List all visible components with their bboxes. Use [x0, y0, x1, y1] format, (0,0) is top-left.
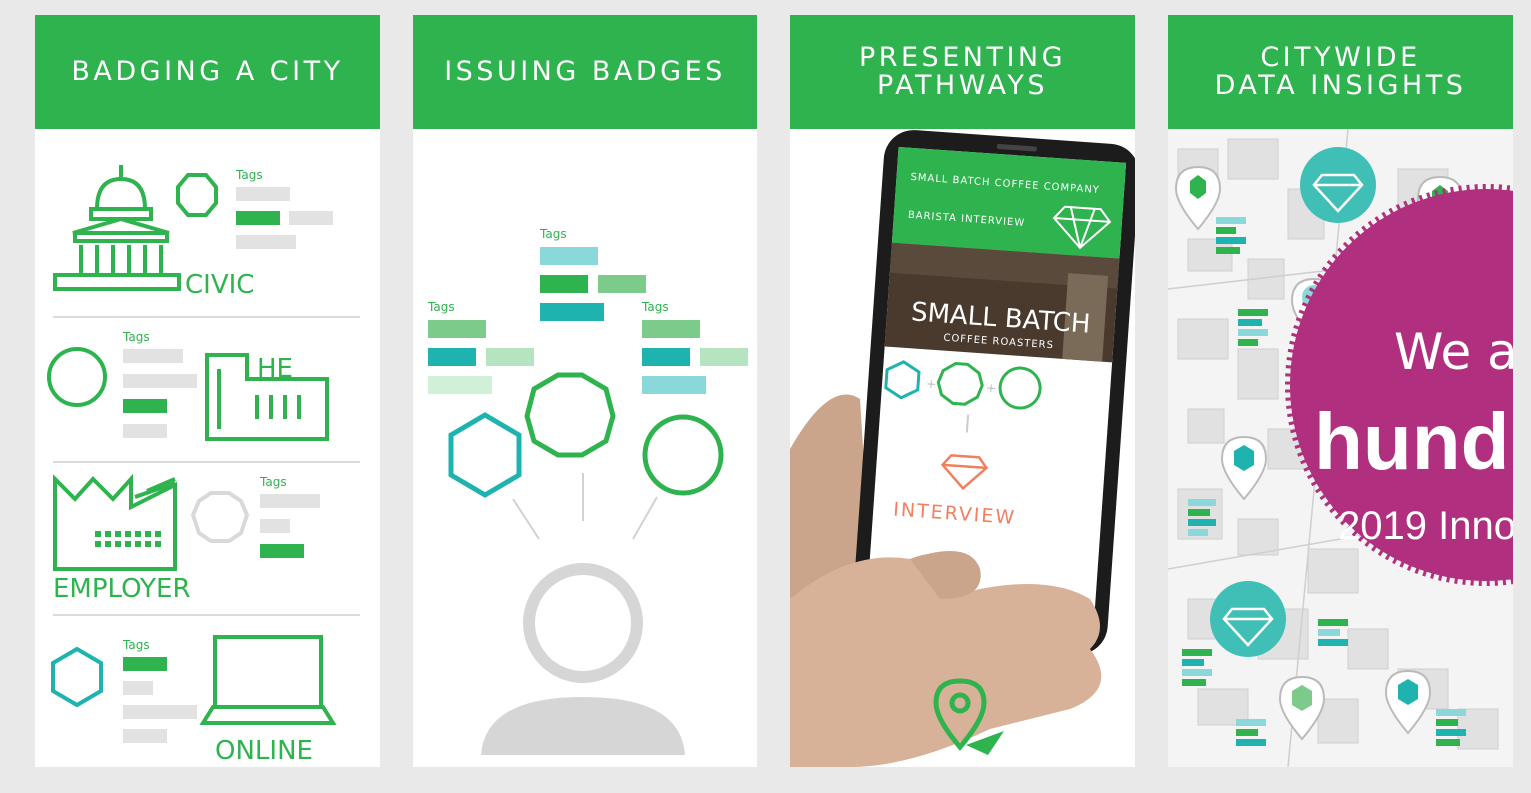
panel-header: ISSUING BADGES [413, 15, 757, 129]
map-pin-icon [1384, 669, 1432, 735]
window-dots [95, 531, 161, 547]
tag-bar [236, 187, 290, 201]
map-pin-icon [1174, 165, 1222, 231]
tag-bar [428, 376, 492, 394]
svg-text:+: + [986, 381, 997, 396]
tags-label: Tags [122, 638, 150, 652]
panel-presenting-pathways: PRESENTING PATHWAYS SMALL BATCH COFFEE C… [790, 15, 1135, 767]
panel-citywide-data-insights: CITYWIDE DATA INSIGHTS We a hund 2019 In… [1168, 15, 1513, 767]
hexagon-icon [448, 412, 522, 498]
diamond-badge [1300, 147, 1376, 223]
octagon-icon [524, 372, 616, 458]
tag-bar [289, 211, 333, 225]
tag-bar [236, 211, 280, 225]
connector-line [512, 498, 540, 540]
octagon-icon [176, 173, 218, 217]
tag-bar [123, 374, 197, 388]
tags-label: Tags [235, 168, 263, 182]
svg-text:+: + [926, 377, 937, 392]
tag-bar [123, 424, 167, 438]
panel-issuing-badges: ISSUING BADGES Tags Tags Tags [413, 15, 757, 767]
map-pin-icon [1278, 675, 1326, 741]
factory-icon [53, 473, 177, 571]
tag-bar [428, 320, 486, 338]
tag-bar [123, 729, 167, 743]
panel-title: BADGING A CITY [71, 56, 344, 87]
tag-bar [540, 247, 598, 265]
panel-title: CITYWIDE DATA INSIGHTS [1214, 42, 1467, 101]
panel-header: PRESENTING PATHWAYS [790, 15, 1135, 129]
award-line-1: We are [1394, 323, 1513, 381]
capitol-icon [53, 165, 181, 291]
panel-body: SMALL BATCH COFFEE COMPANY BARISTA INTER… [790, 129, 1135, 767]
tag-bar [260, 519, 290, 533]
panel-title: ISSUING BADGES [444, 56, 726, 87]
tags-label: Tags [539, 227, 567, 241]
award-line-2: hundr [1314, 397, 1513, 486]
diamond-badge [1210, 581, 1286, 657]
tag-bar [540, 275, 588, 293]
tag-bar [260, 494, 320, 508]
circle-icon [642, 414, 724, 496]
panel-body: Tags CIVIC Tags HE Tags EMPLOYER Tags ON… [35, 129, 380, 767]
tag-bar [642, 320, 700, 338]
tag-bar [123, 399, 167, 413]
award-line-3: 2019 Innov [1338, 504, 1513, 548]
panel-title: PRESENTING PATHWAYS [858, 42, 1067, 101]
tag-bar [598, 275, 646, 293]
tags-label: Tags [641, 300, 669, 314]
panel-body: Tags Tags Tags [413, 129, 757, 767]
panel-body: We are hundr 2019 Innov [1168, 129, 1513, 767]
tag-bar [236, 235, 296, 249]
tag-bar [123, 681, 153, 695]
tag-bar [428, 348, 476, 366]
octagon-icon [190, 491, 250, 543]
panel-header: BADGING A CITY [35, 15, 380, 129]
tag-bar [123, 349, 183, 363]
map-pin-icon [1220, 435, 1268, 501]
section-label-he: HE [257, 354, 293, 384]
tag-bar [540, 303, 604, 321]
tag-bar [700, 348, 748, 366]
laptop-icon [199, 635, 337, 725]
tags-label: Tags [259, 475, 287, 489]
screen-header [891, 146, 1127, 259]
award-badge: We are hundr 2019 Innov [1285, 184, 1513, 586]
tag-bar [486, 348, 534, 366]
tag-bar [642, 376, 706, 394]
panel-header: CITYWIDE DATA INSIGHTS [1168, 15, 1513, 129]
section-label-online: ONLINE [215, 736, 313, 766]
tags-label: Tags [122, 330, 150, 344]
tags-label: Tags [427, 300, 455, 314]
connector-line [632, 496, 658, 540]
person-icon [481, 563, 685, 755]
section-label-employer: EMPLOYER [53, 574, 191, 604]
hexagon-icon [51, 646, 103, 708]
tag-bar [260, 544, 304, 558]
section-label-civic: CIVIC [185, 270, 254, 300]
tag-bar [123, 705, 197, 719]
tag-bar [642, 348, 690, 366]
panel-badging-a-city: BADGING A CITY Tags CIVIC Tags HE Tags E… [35, 15, 380, 767]
tag-bar [123, 657, 167, 671]
circle-icon [47, 347, 107, 407]
